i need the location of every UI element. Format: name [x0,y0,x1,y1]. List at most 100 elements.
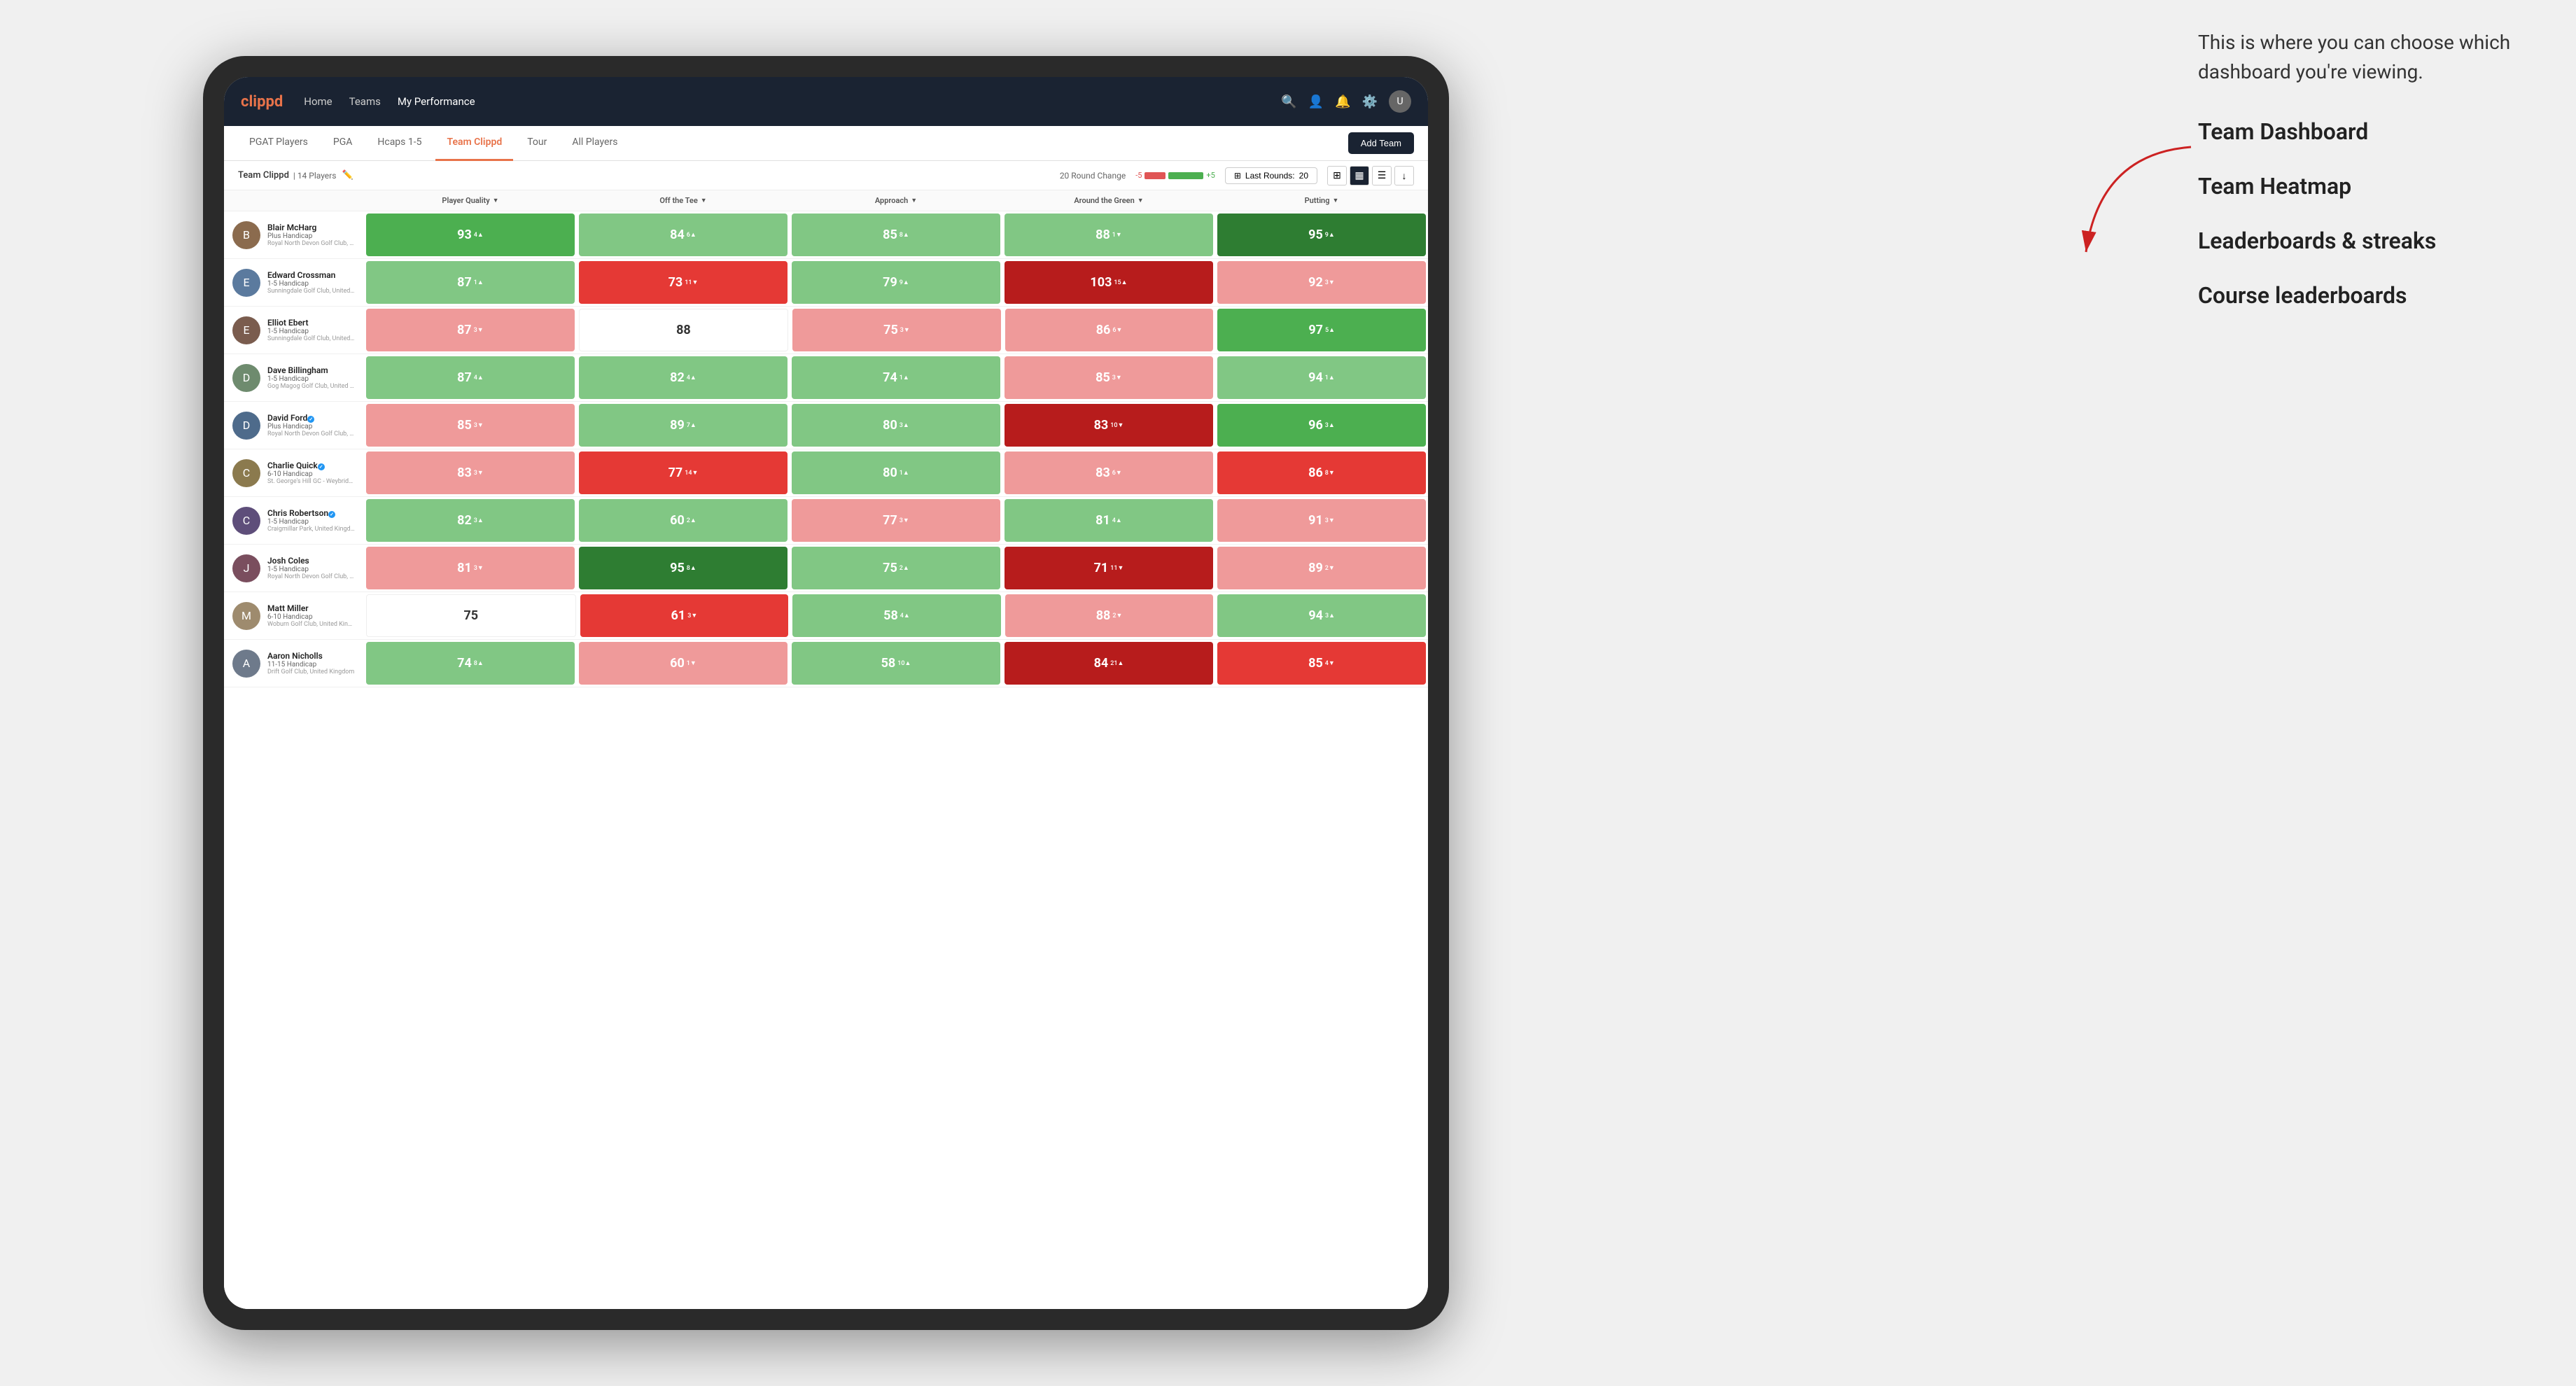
metric-cell: 773 [792,499,1000,542]
up-arrow-icon [1117,659,1124,667]
list-view-button[interactable]: ☰ [1372,166,1392,186]
metric-value: 58 [883,608,898,623]
navbar-link-my-performance[interactable]: My Performance [398,95,475,108]
down-arrow-icon [1329,517,1335,524]
table-row: AAaron Nicholls11-15 HandicapDrift Golf … [224,640,1428,687]
tab-pga[interactable]: PGA [322,126,364,161]
metric-value: 96 [1308,418,1323,433]
metric-change: 4 [1112,517,1122,524]
down-arrow-icon [1117,564,1124,572]
up-arrow-icon [1329,612,1335,620]
metric-change: 2 [1325,564,1335,572]
player-details: Josh Coles1-5 HandicapRoyal North Devon … [267,556,356,580]
edit-icon[interactable]: ✏️ [342,170,353,181]
metric-cell: 748 [366,642,575,685]
player-info[interactable]: JJosh Coles1-5 HandicapRoyal North Devon… [224,545,364,592]
tabbar-tabs: PGAT PlayersPGAHcaps 1-5Team ClippdTourA… [238,126,1348,161]
up-arrow-icon [1116,517,1122,524]
metric-change: 3 [1325,421,1335,429]
metric-value: 60 [670,656,685,671]
navbar-link-teams[interactable]: Teams [349,95,381,108]
grid-view-button[interactable]: ⊞ [1327,166,1347,186]
header-player-quality: Player Quality ▼ [364,193,577,208]
export-button[interactable]: ↓ [1394,166,1414,186]
avatar: D [232,364,260,392]
player-info[interactable]: AAaron Nicholls11-15 HandicapDrift Golf … [224,640,364,687]
tab-team-clippd[interactable]: Team Clippd [435,126,513,161]
settings-icon[interactable]: ⚙️ [1362,94,1378,109]
metric-change: 6 [1112,326,1122,334]
metric-cell: 8421 [1004,642,1213,685]
table-row: DDavid Ford✓Plus HandicapRoyal North Dev… [224,402,1428,449]
tab-pgat-players[interactable]: PGAT Players [238,126,319,161]
header-off-the-tee: Off the Tee ▼ [577,193,790,208]
player-handicap: 11-15 Handicap [267,661,354,668]
add-team-button[interactable]: Add Team [1348,132,1414,154]
tablet-frame: clippd HomeTeamsMy Performance 🔍 👤 🔔 ⚙️ … [203,56,1449,1330]
player-handicap: 6-10 Handicap [267,470,356,478]
dashboard-items-list: Team DashboardTeam HeatmapLeaderboards &… [2198,115,2534,312]
player-info[interactable]: DDave Billingham1-5 HandicapGog Magog Go… [224,354,364,401]
down-arrow-icon [477,326,484,334]
metric-value: 61 [671,608,686,623]
metric-value: 95 [670,561,685,575]
metric-cell: 584 [792,594,1001,637]
metric-change: 1 [1325,374,1335,382]
tab-all-players[interactable]: All Players [561,126,629,161]
up-arrow-icon [1329,374,1335,382]
last-rounds-button[interactable]: ⊞ Last Rounds: 20 [1225,167,1317,184]
metric-change: 8 [687,564,696,572]
table-row: MMatt Miller6-10 HandicapWoburn Golf Clu… [224,592,1428,640]
player-name: Elliot Ebert [267,318,356,328]
player-info[interactable]: BBlair McHargPlus HandicapRoyal North De… [224,211,364,258]
player-club: Woburn Golf Club, United Kingdom [267,621,356,628]
metric-value: 85 [883,227,897,242]
metric-change: 21 [1110,659,1124,667]
navbar-link-home[interactable]: Home [304,95,332,108]
metric-value: 83 [1094,418,1109,433]
metric-change: 4 [900,612,910,620]
last-rounds-icon: ⊞ [1234,171,1241,181]
player-info[interactable]: CChris Robertson✓1-5 HandicapCraigmillar… [224,497,364,544]
tab-hcaps-1-5[interactable]: Hcaps 1-5 [366,126,433,161]
player-handicap: 1-5 Handicap [267,280,356,288]
heatmap-view-button[interactable]: ▦ [1350,166,1369,186]
player-info[interactable]: CCharlie Quick✓6-10 HandicapSt. George's… [224,449,364,496]
metric-cell: 601 [579,642,788,685]
metric-value: 82 [457,513,472,528]
metric-cell: 741 [792,356,1000,399]
player-info[interactable]: EEdward Crossman1-5 HandicapSunningdale … [224,259,364,306]
down-arrow-icon [1329,659,1335,667]
metric-value: 95 [1308,227,1323,242]
metric-cell: 75 [366,594,576,637]
player-info[interactable]: MMatt Miller6-10 HandicapWoburn Golf Clu… [224,592,364,639]
player-info[interactable]: EElliot Ebert1-5 HandicapSunningdale Gol… [224,307,364,354]
down-arrow-icon [477,469,484,477]
team-player-count: | 14 Players [293,171,337,181]
metric-change: 4 [474,374,484,382]
metric-value: 89 [670,418,685,433]
avatar[interactable]: U [1389,90,1411,113]
up-arrow-icon [904,612,910,620]
annotation-area: This is where you can choose which dashb… [2198,28,2534,333]
search-icon[interactable]: 🔍 [1281,94,1296,109]
user-icon[interactable]: 👤 [1308,94,1324,109]
player-name: Matt Miller [267,603,356,613]
metric-change: 3 [899,421,909,429]
metric-cell: 858 [792,214,1000,256]
metric-cell: 868 [1217,451,1426,494]
player-handicap: Plus Handicap [267,232,356,240]
metric-value: 93 [457,227,472,242]
avatar: C [232,507,260,535]
tab-tour[interactable]: Tour [516,126,558,161]
metric-change: 7 [687,421,696,429]
metric-value: 74 [457,656,472,671]
dashboard-item: Team Dashboard [2198,115,2534,148]
metric-change: 2 [687,517,696,524]
metric-cell: 892 [1217,547,1426,589]
bell-icon[interactable]: 🔔 [1335,94,1350,109]
metric-change: 3 [1325,279,1335,286]
metric-value: 88 [1096,608,1111,623]
metric-cell: 813 [366,547,575,589]
player-info[interactable]: DDavid Ford✓Plus HandicapRoyal North Dev… [224,402,364,449]
